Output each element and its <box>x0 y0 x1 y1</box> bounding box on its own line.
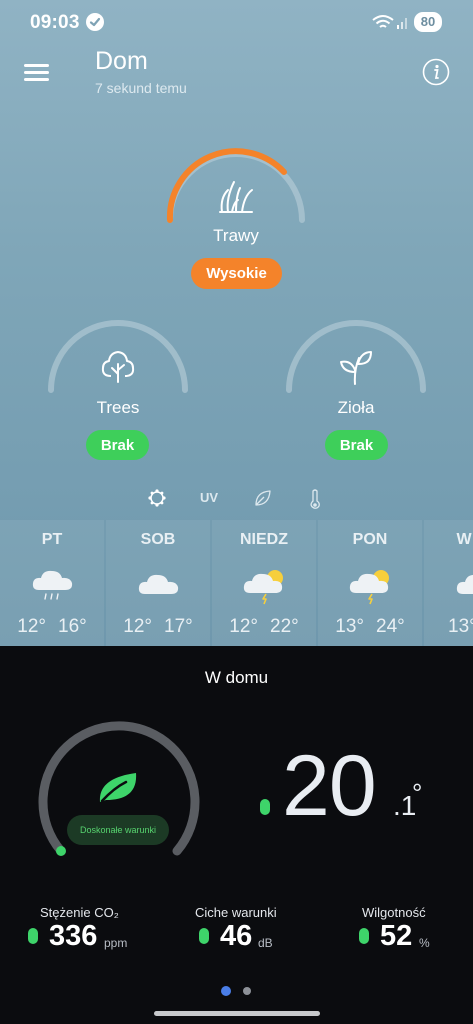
info-icon <box>422 58 450 86</box>
cloud-icon <box>454 566 473 606</box>
forecast-low: 12° <box>123 616 152 637</box>
forecast-temps: 12° 17° <box>106 616 210 638</box>
forecast-temps: 13° <box>448 616 473 638</box>
forecast-strip[interactable]: PT 12° 16° SOB 12° 17° NIEDZ 12° 22° PON… <box>0 520 473 646</box>
leaf-filter-icon[interactable] <box>253 488 273 508</box>
status-bar: 09:03 80 <box>0 0 473 44</box>
forecast-day-name: SOB <box>140 531 176 548</box>
co2-unit: ppm <box>104 936 128 950</box>
forecast-temps: 13° 24° <box>318 616 422 638</box>
noise-status-dot <box>199 928 209 944</box>
hamburger-icon <box>24 64 49 81</box>
forecast-temps: 12° 22° <box>212 616 316 638</box>
last-updated: 7 sekund temu <box>95 80 187 96</box>
temperature-status-dot <box>260 799 270 815</box>
tree-icon <box>99 348 137 391</box>
herb-icon <box>337 348 375 391</box>
grass-icon <box>216 176 256 221</box>
forecast-day[interactable]: PT 12° 16° <box>0 520 104 646</box>
forecast-day[interactable]: W 13° <box>424 520 473 646</box>
signal-icon <box>396 14 410 35</box>
forecast-day[interactable]: PON 13° 24° <box>318 520 422 646</box>
forecast-low: 12° <box>17 616 46 637</box>
co2-status-dot <box>28 928 38 944</box>
page-dot-active[interactable] <box>221 986 231 996</box>
forecast-low: 12° <box>229 616 258 637</box>
thermometer-filter-icon[interactable] <box>308 488 322 510</box>
uv-filter[interactable]: UV <box>200 490 218 505</box>
location-title: Dom <box>95 47 148 75</box>
storm-sun-icon <box>348 566 394 606</box>
wifi-icon <box>372 14 394 35</box>
noise-value: 46 <box>220 920 253 952</box>
forecast-day-name: W <box>456 531 472 548</box>
grass-level-badge: Wysokie <box>191 258 282 289</box>
forecast-day[interactable]: SOB 12° 17° <box>106 520 210 646</box>
humidity-label: Wilgotność <box>362 905 426 920</box>
noise-stat[interactable]: Ciche warunki 46 dB <box>194 905 304 955</box>
menu-button[interactable] <box>24 62 50 84</box>
humidity-value: 52 <box>380 920 413 952</box>
forecast-low: 13° <box>335 616 364 637</box>
leaf-icon <box>96 770 142 811</box>
storm-sun-icon <box>242 566 288 606</box>
noise-unit: dB <box>258 936 273 950</box>
info-button[interactable] <box>422 58 450 86</box>
forecast-high: 22° <box>270 616 299 637</box>
forecast-day[interactable]: NIEDZ 12° 22° <box>212 520 316 646</box>
indoor-temperature-unit: ° <box>412 778 423 808</box>
herbs-label: Zioła <box>337 398 375 417</box>
pollen-gauge-trees[interactable]: Trees Brak <box>38 318 198 468</box>
herbs-level-badge: Brak <box>325 430 388 460</box>
humidity-unit: % <box>419 936 430 950</box>
forecast-high: 16° <box>58 616 87 637</box>
co2-stat[interactable]: Stężenie CO₂ 336 ppm <box>26 905 156 955</box>
forecast-low: 13° <box>448 616 473 637</box>
forecast-high: 24° <box>376 616 405 637</box>
pollen-gauge-herbs[interactable]: Zioła Brak <box>276 318 436 468</box>
home-indicator[interactable] <box>154 1011 320 1016</box>
humidity-status-dot <box>359 928 369 944</box>
air-quality-label: Doskonałe warunki <box>67 815 169 845</box>
pollen-gauge-grass[interactable]: Trawy Wysokie <box>156 140 316 300</box>
forecast-day-name: PON <box>352 531 388 548</box>
indoor-title: W domu <box>204 668 269 687</box>
humidity-stat[interactable]: Wilgotność 52 % <box>355 905 455 955</box>
trees-label: Trees <box>96 398 140 417</box>
noise-label: Ciche warunki <box>195 905 277 920</box>
forecast-high: 17° <box>164 616 193 637</box>
status-time: 09:03 <box>30 12 80 33</box>
trees-level-badge: Brak <box>86 430 149 460</box>
forecast-temps: 12° 16° <box>0 616 104 638</box>
pollen-filter-icon[interactable] <box>147 488 167 508</box>
cloud-icon <box>136 566 182 606</box>
co2-value: 336 <box>49 920 98 952</box>
indoor-temperature: 20 <box>282 738 377 834</box>
rain-cloud-icon <box>30 566 76 606</box>
check-icon <box>86 13 104 31</box>
forecast-day-name: PT <box>41 531 63 548</box>
page-dot[interactable] <box>243 987 251 995</box>
air-quality-gauge[interactable] <box>34 720 204 870</box>
battery-indicator: 80 <box>414 12 442 32</box>
co2-label: Stężenie CO₂ <box>40 905 119 920</box>
forecast-day-name: NIEDZ <box>240 531 288 548</box>
grass-label: Trawy <box>213 226 259 245</box>
